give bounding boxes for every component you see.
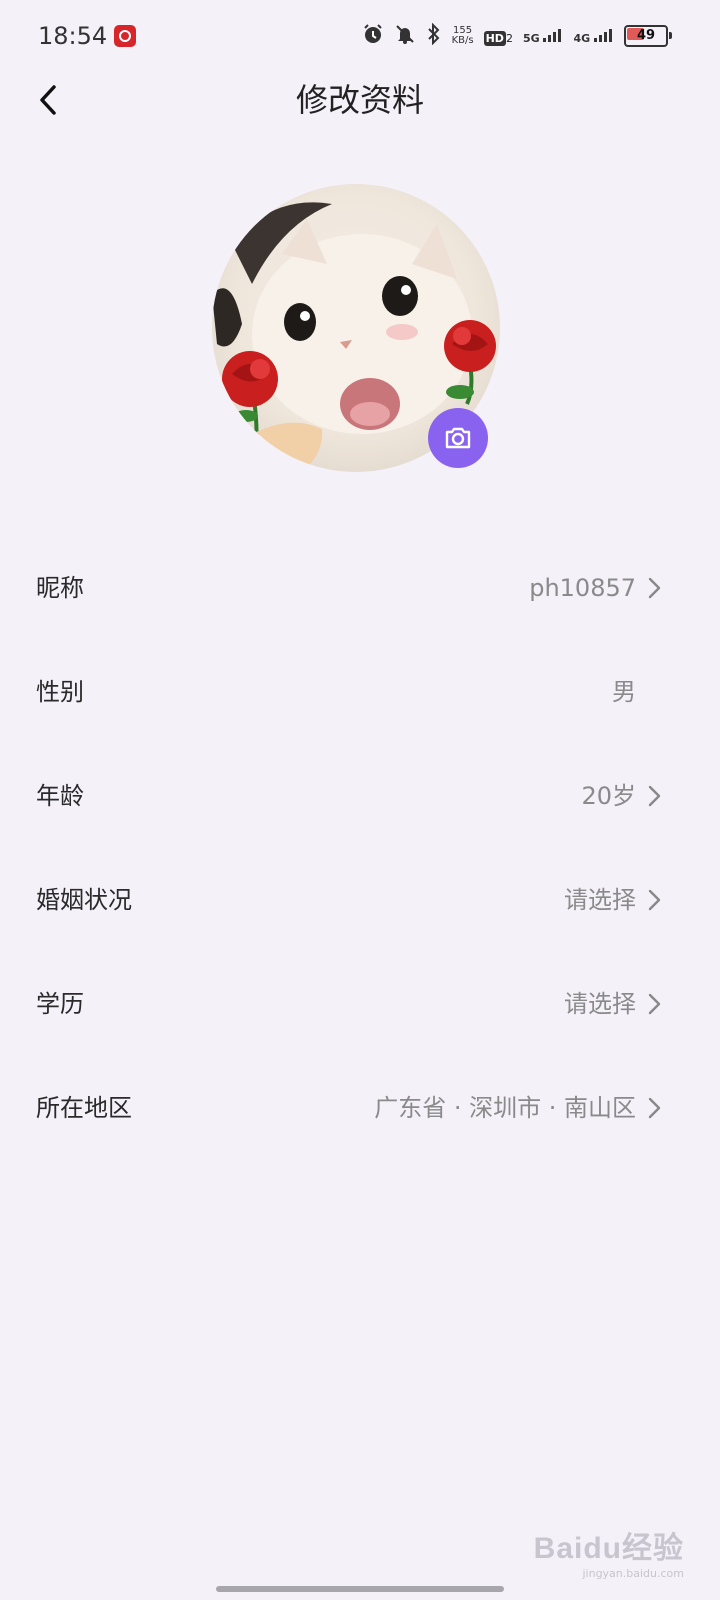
camera-icon [445,427,471,449]
row-value: ph10857 [529,574,636,602]
network-speed-unit: KB/s [451,35,474,46]
header: 修改资料 [0,72,720,128]
status-icons: 155 KB/s HD 2 5G 4G 49 [362,22,672,50]
row-value: 广东省 · 深圳市 · 南山区 [374,1094,636,1122]
signal-bars-icon [543,28,562,42]
hd-sub: 2 [505,31,513,45]
chevron-right-icon [648,577,661,599]
alarm-icon [362,23,384,49]
chevron-right-icon [648,993,661,1015]
row-value: 请选择 [564,990,636,1018]
chevron-right-icon [648,889,661,911]
nickname-row[interactable]: 昵称 ph10857 [0,536,720,640]
profile-fields-list: 昵称 ph10857 性别 男 年龄 20岁 婚姻状况 请选择 学历 请选择 所… [0,536,720,1160]
row-label: 性别 [36,678,84,706]
page-title: 修改资料 [295,81,424,119]
battery-icon: 49 [624,25,672,47]
hd-badge: HD 2 [483,27,513,46]
bluetooth-icon [426,22,442,49]
row-label: 昵称 [36,574,84,602]
avatar-section [212,184,500,472]
mute-icon [394,23,416,49]
age-row[interactable]: 年龄 20岁 [0,744,720,848]
row-value: 20岁 [581,782,636,810]
chevron-right-icon [648,1097,661,1119]
home-indicator[interactable] [216,1586,504,1592]
status-time: 18:54 [38,22,108,50]
signal-5g-label: 5G [522,31,540,45]
baidu-jingyan-watermark: Baidu经验 jingyan.baidu.com [534,1523,684,1580]
row-value: 男 [612,678,636,706]
row-label: 婚姻状况 [36,886,132,914]
signal-4g: 4G [573,28,614,45]
gender-row: 性别 男 [0,640,720,744]
chevron-right-icon [648,785,661,807]
camera-button[interactable] [428,408,488,468]
marital-status-row[interactable]: 婚姻状况 请选择 [0,848,720,952]
status-bar: 18:54 155 KB/s HD 2 5G 4G 49 [0,0,720,72]
signal-bars-icon [594,28,612,42]
signal-4g-label: 4G [573,31,591,45]
education-row[interactable]: 学历 请选择 [0,952,720,1056]
row-label: 所在地区 [36,1094,132,1122]
region-row[interactable]: 所在地区 广东省 · 深圳市 · 南山区 [0,1056,720,1160]
signal-5g: 5G [523,28,564,45]
row-label: 年龄 [36,782,84,810]
battery-level: 49 [636,28,656,43]
netease-music-icon [114,25,136,47]
watermark-url: jingyan.baidu.com [582,1567,684,1580]
hd-label: HD [483,30,506,46]
row-label: 学历 [36,990,84,1018]
watermark-logo: Baidu经验 [533,1532,684,1565]
network-speed: 155 KB/s [452,26,474,46]
row-value: 请选择 [564,886,636,914]
